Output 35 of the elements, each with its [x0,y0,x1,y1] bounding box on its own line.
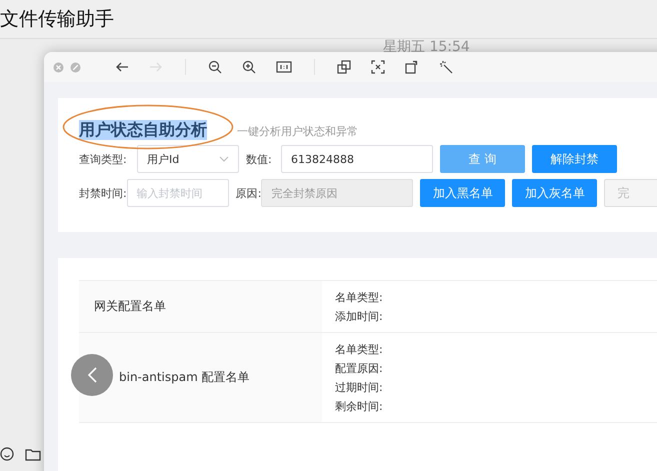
actual-size-icon[interactable] [276,61,292,73]
page-subtitle: 一键分析用户状态和异常 [237,124,358,139]
crop-icon[interactable] [371,60,385,74]
detail-label: 配置原因: [335,361,384,377]
action-button[interactable]: 解除封禁 [532,145,617,173]
row-name: bin-antispam 配置名单 [119,369,250,386]
field-label: 数值: [246,152,273,166]
field-label: 封禁时间: [79,186,127,200]
detail-label: 剩余时间: [335,399,384,415]
detail-label: 过期时间: [335,380,384,396]
field-label: 原因: [236,186,262,200]
select-field[interactable]: 用户Id [137,145,239,173]
rotate-icon[interactable] [405,60,419,74]
emoji-icon[interactable] [0,447,14,461]
field-label: 查询类型: [79,152,128,166]
back-arrow-icon[interactable] [115,61,129,73]
zoom-in-icon[interactable] [242,60,256,74]
row-name: 网关配置名单 [94,298,166,315]
zoom-out-icon[interactable] [208,60,222,74]
page-title: 用户状态自助分析 [79,120,207,140]
folder-icon[interactable] [25,448,41,461]
chat-title: 文件传输助手 [0,7,114,32]
action-button[interactable]: 加入黑名单 [420,179,506,207]
input-field[interactable]: 613824888 [281,145,433,173]
copy-icon[interactable] [337,60,351,74]
detail-label: 名单类型: [335,342,384,358]
detail-label: 名单类型: [335,290,384,306]
action-button[interactable]: 查 询 [440,145,525,173]
magic-wand-icon[interactable] [439,60,453,74]
action-button[interactable]: 加入灰名单 [512,179,598,207]
input-field[interactable]: 输入封禁时间 [126,179,229,207]
chevron-left-icon [88,367,96,383]
message-timestamp: 星期五 15:54 [383,38,470,56]
detail-label: 添加时间: [335,309,384,325]
chevron-down-icon [219,156,229,162]
